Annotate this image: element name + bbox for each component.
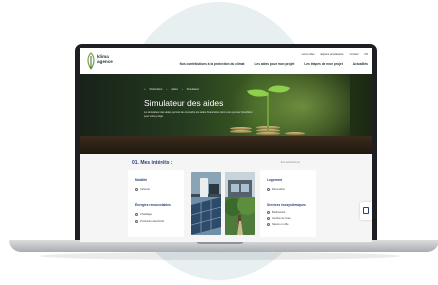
nav-actualites[interactable]: Actualités (353, 62, 368, 66)
option-label: Production électricité (140, 220, 165, 223)
card-title: Services écosystémiques (267, 203, 306, 207)
breadcrumb-item[interactable]: Particuliers (150, 88, 163, 91)
option-chauffage[interactable]: Chauffage (135, 213, 152, 216)
site-logo[interactable]: klima agence (86, 52, 122, 70)
select-all-link[interactable]: Tout sélectionner (280, 161, 300, 164)
breadcrumb-item[interactable]: Aides (171, 88, 178, 91)
interest-card-energies[interactable]: Énergies renouvelables Chauffage Product… (128, 195, 184, 237)
breadcrumb: ⌂ Particuliers › Aides › Simulateur (144, 88, 199, 91)
topnav-liens-utiles[interactable]: Liens utiles (302, 53, 315, 56)
hero-description: Le simulateur des aides permet de connaî… (144, 111, 253, 118)
card-title: Énergies renouvelables (135, 203, 171, 207)
option-biodiversite[interactable]: Biodiversité (267, 211, 285, 214)
main-navigation: Nos contributions à la protection du cli… (180, 62, 368, 66)
laptop-shadow (40, 252, 400, 260)
nav-contributions[interactable]: Nos contributions à la protection du cli… (180, 62, 245, 66)
radio-button[interactable] (267, 217, 270, 220)
option-nature[interactable]: Nature en ville (267, 223, 289, 226)
breadcrumb-separator: › (181, 88, 183, 91)
forest-photo (225, 197, 255, 235)
option-label: Chauffage (140, 213, 152, 216)
hero-soil (80, 136, 372, 154)
logo-text: klima agence (97, 54, 113, 64)
card-title: Logement (267, 178, 283, 182)
plant-stem-image (267, 92, 269, 132)
option-label: Rénovation (272, 188, 286, 191)
radio-button[interactable] (135, 213, 138, 216)
card-title: Mobilité (135, 178, 148, 182)
section-title: 01. Mes intérêts : (132, 160, 173, 166)
leaf-logo-icon (87, 52, 95, 70)
topnav-contact[interactable]: Contact (350, 53, 359, 56)
radio-button[interactable] (135, 220, 138, 223)
floating-action-button[interactable] (360, 202, 372, 220)
laptop-screen: klima agence Liens utiles Espace prestat… (80, 48, 372, 242)
logo-line2: agence (97, 59, 113, 64)
option-production[interactable]: Production électricité (135, 220, 164, 223)
page-title: Simulateur des aides (144, 98, 224, 108)
interest-card-services[interactable]: Services écosystémiques Biodiversité Ges… (260, 195, 316, 237)
hero-banner: ⌂ Particuliers › Aides › Simulateur Simu… (80, 74, 372, 154)
coin-stack-image (285, 132, 305, 135)
top-navigation: Liens utiles Espace prestataires Contact… (302, 53, 368, 56)
radio-button[interactable] (267, 211, 270, 214)
option-label: Véhicule (140, 188, 150, 191)
document-icon (363, 207, 369, 214)
site-header: klima agence Liens utiles Espace prestat… (80, 48, 372, 74)
option-vehicule[interactable]: Véhicule (135, 188, 150, 191)
solar-panel-photo (191, 197, 221, 235)
coin-stack-image (230, 130, 252, 133)
nav-etapes[interactable]: Les étapes de mon projet (304, 62, 342, 66)
option-renovation[interactable]: Rénovation (267, 188, 285, 191)
option-eau[interactable]: Gestion de l'eau (267, 217, 291, 220)
radio-button[interactable] (135, 188, 138, 191)
breadcrumb-item: Simulateur (186, 88, 200, 91)
option-label: Biodiversité (272, 211, 286, 214)
coin-stack-image (256, 132, 280, 135)
breadcrumb-separator: › (166, 88, 168, 91)
topnav-espace-prestataires[interactable]: Espace prestataires (321, 53, 344, 56)
option-label: Gestion de l'eau (272, 217, 291, 220)
radio-button[interactable] (267, 223, 270, 226)
language-selector[interactable]: FR (365, 53, 368, 56)
radio-button[interactable] (267, 188, 270, 191)
nav-aides[interactable]: Les aides pour mon projet (254, 62, 294, 66)
coin-stack-image (230, 127, 252, 130)
home-icon[interactable]: ⌂ (144, 88, 146, 91)
option-label: Nature en ville (272, 223, 289, 226)
